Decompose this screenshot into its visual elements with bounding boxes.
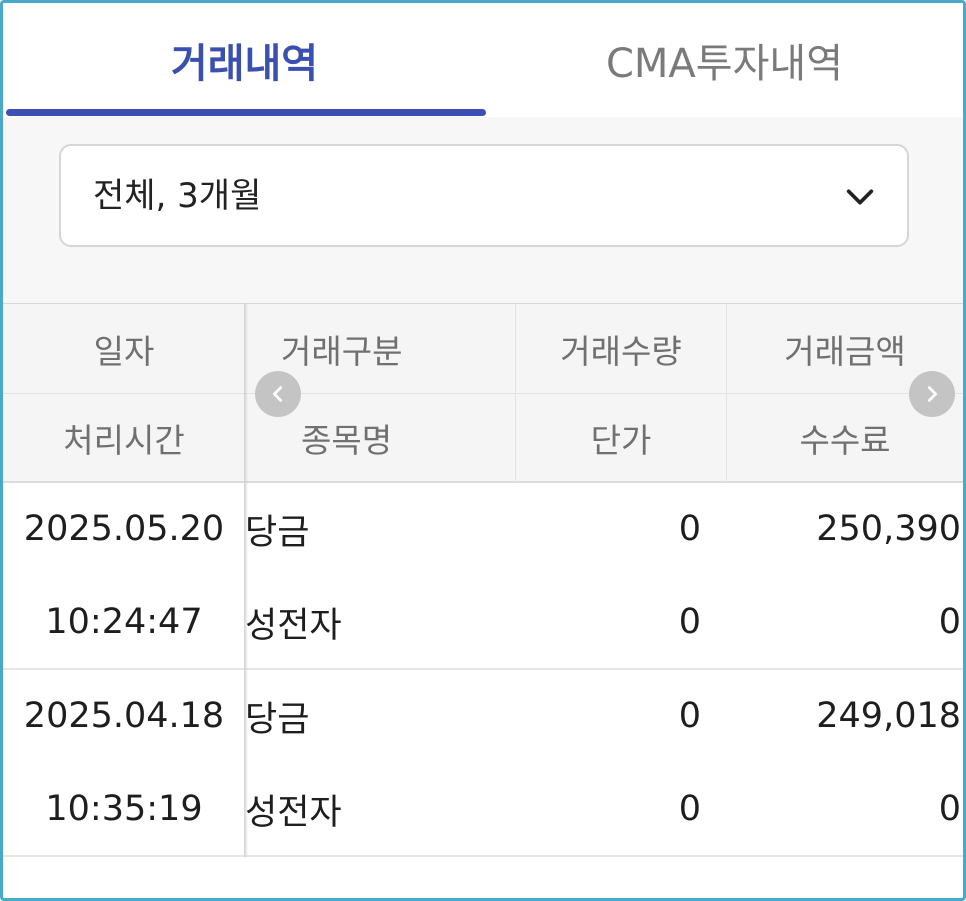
cell-process-time: 10:24:47 [45,602,203,642]
cell-quantity: 0 [678,696,701,736]
filter-area: 전체, 3개월 [3,117,963,303]
cell-process-time: 10:35:19 [45,789,203,829]
fixed-column-shadow [244,303,248,857]
tab-bar: 거래내역 CMA투자내역 [3,3,963,117]
tab-cma-investment-history[interactable]: CMA투자내역 [486,3,963,117]
cell-item-name: 성전자 [245,792,342,833]
table-header: 일자 거래구분 거래수량 거래금액 처리시간 종목명 단가 수수료 [3,303,963,483]
header-unit-price: 단가 [590,420,652,460]
chevron-down-icon [846,189,874,205]
scroll-left-button[interactable] [255,371,301,417]
cell-fee: 0 [938,789,961,829]
filter-selected-value: 전체, 3개월 [93,176,262,216]
header-col-divider [726,304,727,482]
chevron-left-icon [272,386,283,402]
scroll-right-button[interactable] [909,371,955,417]
active-tab-indicator [6,109,486,116]
app-frame: 거래내역 CMA투자내역 전체, 3개월 일자 거래구분 거래수량 거래금액 처… [0,0,966,901]
cell-transaction-type: 당금 [245,512,310,553]
cell-unit-price: 0 [678,789,701,829]
header-date: 일자 [93,331,155,371]
cell-date: 2025.05.20 [23,509,225,549]
cell-unit-price: 0 [678,602,701,642]
cell-amount: 250,390 [816,509,961,549]
cell-amount: 249,018 [816,696,961,736]
header-col-divider [515,304,516,482]
cell-date: 2025.04.18 [23,696,225,736]
header-process-time: 처리시간 [63,420,185,460]
tab-transaction-history[interactable]: 거래내역 [3,3,486,117]
cell-fee: 0 [938,602,961,642]
cell-item-name: 성전자 [245,605,342,646]
cell-quantity: 0 [678,509,701,549]
header-quantity: 거래수량 [560,331,682,371]
header-row-divider [3,393,963,394]
cell-transaction-type: 당금 [245,699,310,740]
period-filter-select[interactable]: 전체, 3개월 [59,144,909,247]
table-body: 2025.05.20 당금 0 250,390 10:24:47 성전자 0 0… [3,483,963,857]
table-row[interactable]: 2025.05.20 당금 0 250,390 10:24:47 성전자 0 0 [3,483,963,670]
table-row[interactable]: 2025.04.18 당금 0 249,018 10:35:19 성전자 0 0 [3,670,963,857]
chevron-right-icon [927,386,938,402]
